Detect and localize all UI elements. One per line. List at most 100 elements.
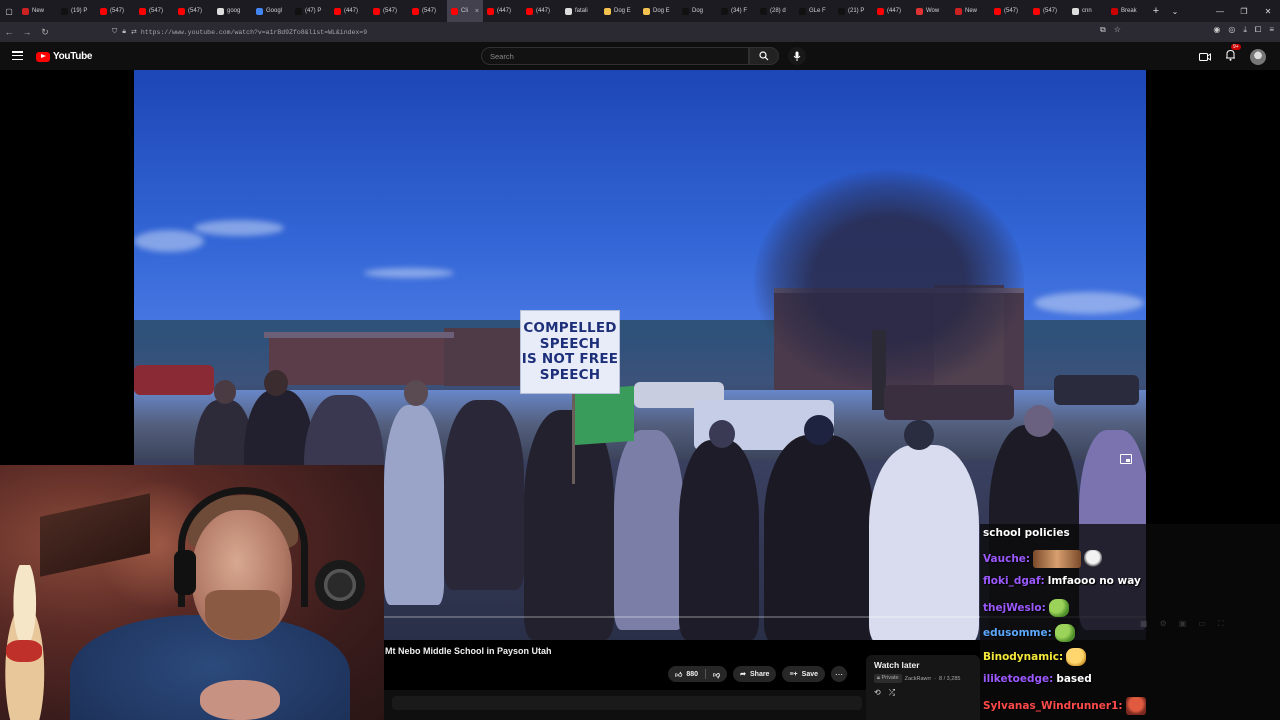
tab-label: (547) [422, 8, 437, 14]
thumbs-up-icon[interactable]: 👍︎ [675, 670, 682, 679]
person [679, 440, 759, 640]
chat-username[interactable]: thejWeslo: [983, 602, 1046, 614]
restore-button[interactable]: ❐ [1232, 0, 1256, 22]
lock-icon: 🔒︎ [122, 28, 126, 35]
reload-button[interactable]: ↻ [36, 27, 54, 38]
browser-tab[interactable]: (547) [990, 0, 1029, 22]
toolbar-extensions: ◉ ◎ ⤓ ⧠ ≡ [1213, 25, 1274, 35]
thumbs-down-icon[interactable]: 👎︎ [713, 670, 720, 679]
tab-list-icon[interactable]: ▢ [0, 7, 18, 16]
pocket-icon[interactable]: ◉ [1213, 25, 1220, 35]
extensions-icon[interactable]: ⧠ [1255, 25, 1261, 35]
avatar[interactable] [1250, 49, 1266, 65]
notification-badge: 9+ [1231, 44, 1241, 50]
loop-icon[interactable]: ⟲ [874, 688, 881, 698]
downloads-icon[interactable]: ⤓ [1243, 25, 1247, 35]
notifications-button[interactable]: 9+ [1225, 44, 1241, 66]
tab-favicon-icon [994, 7, 1001, 15]
browser-tab[interactable]: (447) [522, 0, 561, 22]
tab-favicon-icon [682, 7, 689, 15]
browser-tab[interactable]: (447) [330, 0, 369, 22]
bookmark-star-icon[interactable]: ☆ [1114, 25, 1121, 35]
browser-tab[interactable]: GLe F [795, 0, 834, 22]
account-icon[interactable]: ◎ [1228, 25, 1235, 35]
browser-tab[interactable]: Cli × [447, 0, 483, 22]
browser-tab[interactable]: (28) d [756, 0, 795, 22]
head [264, 370, 288, 396]
laugh-emote-icon [1066, 648, 1087, 666]
browser-tab[interactable]: (547) [369, 0, 408, 22]
tab-favicon-icon [643, 7, 650, 15]
site-info-icons[interactable]: ⛉ 🔒︎ ⇄ [112, 28, 137, 36]
faint-icon: ▦ [1140, 619, 1148, 628]
chat-username[interactable]: Binodynamic: [983, 651, 1063, 663]
browser-tab[interactable]: (21) P [834, 0, 873, 22]
close-tab-icon[interactable]: × [475, 8, 479, 15]
forward-button[interactable]: → [18, 27, 36, 37]
tab-label: (547) [188, 8, 203, 14]
menu-icon[interactable]: ≡ [1269, 25, 1274, 35]
chat-username[interactable]: Vauche: [983, 553, 1030, 565]
address-bar[interactable]: ⛉ 🔒︎ ⇄ https://www.youtube.com/watch?v=a… [112, 25, 1132, 39]
browser-tab[interactable]: Wow [912, 0, 951, 22]
search-input[interactable] [490, 51, 748, 61]
browser-tab[interactable]: (47) P [291, 0, 330, 22]
browser-tab[interactable]: (547) [174, 0, 213, 22]
tab-favicon-icon [1111, 7, 1118, 15]
description-box[interactable] [392, 696, 862, 710]
guide-menu-icon[interactable] [12, 51, 23, 60]
browser-tab[interactable]: Dog [678, 0, 717, 22]
tab-label: Wow [926, 8, 940, 14]
tab-favicon-icon [604, 7, 611, 15]
streamer-webcam [0, 465, 384, 720]
picture-in-picture-icon[interactable]: ⧉ [1100, 25, 1106, 35]
browser-tab[interactable]: (447) [873, 0, 912, 22]
browser-tab[interactable]: Break [1107, 0, 1146, 22]
youtube-logo[interactable]: YouTube [36, 51, 93, 62]
back-button[interactable]: ← [0, 27, 18, 37]
voice-search-button[interactable] [788, 47, 806, 65]
browser-tab[interactable]: Googl [252, 0, 291, 22]
search-box[interactable] [481, 47, 749, 65]
browser-tab[interactable]: fatali [561, 0, 600, 22]
cloud-shape [134, 230, 204, 252]
browser-tab[interactable]: cnn [1068, 0, 1107, 22]
share-button[interactable]: ➦ Share [733, 666, 777, 682]
url-text[interactable]: https://www.youtube.com/watch?v=a1rBd9Zf… [141, 29, 367, 36]
playlist-owner[interactable]: ZackRawrr [905, 676, 932, 682]
miniplayer-icon[interactable] [1120, 454, 1132, 464]
sign-line: SPEECH [539, 366, 601, 383]
browser-tab[interactable]: goog [213, 0, 252, 22]
browser-tab[interactable]: (547) [408, 0, 447, 22]
browser-tab[interactable]: (447) [483, 0, 522, 22]
browser-tab[interactable]: (19) P [57, 0, 96, 22]
browser-tab[interactable]: New [951, 0, 990, 22]
save-button[interactable]: ≡+ Save [782, 666, 826, 682]
browser-tab[interactable]: New [18, 0, 57, 22]
close-window-button[interactable]: ✕ [1256, 0, 1280, 22]
meta-separator: · [934, 675, 937, 682]
chevron-down-icon[interactable]: ⌄ [1166, 7, 1184, 16]
chat-username[interactable]: floki_dgaf: [983, 575, 1045, 587]
like-count[interactable]: 880 [686, 671, 698, 678]
man-emote-icon [1125, 697, 1146, 715]
more-actions-button[interactable]: ⋯ [831, 666, 848, 682]
playlist-panel: Watch later 🔒︎ Private ZackRawrr · 8 / 3… [866, 655, 980, 720]
chat-username[interactable]: iliketoedge: [983, 673, 1053, 685]
browser-tab[interactable]: Dog E [639, 0, 678, 22]
chat-username[interactable]: Sylvanas_Windrunner1: [983, 700, 1123, 712]
playlist-title[interactable]: Watch later [874, 660, 972, 670]
browser-tab[interactable]: (547) [135, 0, 174, 22]
minimize-button[interactable]: — [1208, 0, 1232, 22]
search-button[interactable] [749, 47, 779, 65]
chat-username[interactable]: edusomme: [983, 627, 1052, 639]
new-tab-button[interactable]: + [1146, 5, 1166, 17]
shuffle-icon[interactable]: ⤮ [889, 688, 895, 698]
browser-tab[interactable]: Dog E [600, 0, 639, 22]
create-video-icon[interactable] [1199, 52, 1211, 62]
search-icon [759, 51, 769, 61]
pepe-emote-icon [1054, 624, 1075, 642]
browser-tab[interactable]: (547) [96, 0, 135, 22]
browser-tab[interactable]: (34) F [717, 0, 756, 22]
browser-tab[interactable]: (547) [1029, 0, 1068, 22]
